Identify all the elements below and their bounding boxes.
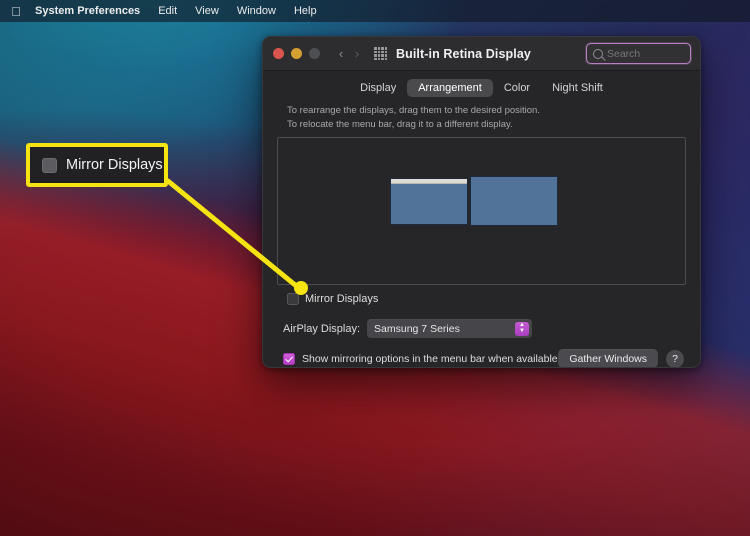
search-field[interactable]: Search (586, 43, 691, 64)
zoom-button-icon[interactable] (309, 48, 320, 59)
traffic-lights (273, 48, 320, 59)
callout-mirror-displays-label: Mirror Displays (66, 157, 163, 173)
bottom-options-row: Show mirroring options in the menu bar w… (277, 349, 686, 367)
menu-bar-strip[interactable] (391, 179, 467, 184)
tab-color[interactable]: Color (493, 79, 541, 97)
hint-line-1: To rearrange the displays, drag them to … (287, 105, 540, 116)
chevron-up-down-icon[interactable]: ▲ ▼ (515, 321, 530, 336)
show-all-grid-icon[interactable] (374, 47, 387, 60)
tab-bar: Display Arrangement Color Night Shift (263, 71, 700, 103)
tab-night-shift[interactable]: Night Shift (541, 79, 614, 97)
mirror-displays-label: Mirror Displays (305, 293, 379, 305)
tab-display[interactable]: Display (349, 79, 407, 97)
window-title: Built-in Retina Display (396, 46, 531, 61)
minimize-button-icon[interactable] (291, 48, 302, 59)
primary-display-thumbnail[interactable] (390, 178, 468, 225)
show-mirroring-options-checkbox[interactable] (283, 352, 295, 365)
window-body: To rearrange the displays, drag them to … (263, 103, 700, 367)
secondary-display-thumbnail[interactable] (470, 176, 558, 226)
hint-line-2: To relocate the menu bar, drag it to a d… (287, 119, 513, 130)
menu-item-window[interactable]: Window (228, 0, 285, 22)
close-button-icon[interactable] (273, 48, 284, 59)
gather-windows-button[interactable]: Gather Windows (558, 349, 658, 367)
callout-mirror-displays-checkbox-icon (42, 157, 57, 173)
menu-item-view[interactable]: View (186, 0, 228, 22)
menu-item-edit[interactable]: Edit (149, 0, 186, 22)
screen:  System Preferences Edit View Window He… (0, 0, 750, 536)
back-chevron-icon[interactable]: ‹ (333, 44, 349, 64)
display-arrangement-canvas[interactable] (277, 137, 686, 285)
airplay-display-value: Samsung 7 Series (374, 322, 460, 335)
mirror-displays-checkbox[interactable] (287, 293, 299, 305)
menu-item-system-preferences[interactable]: System Preferences (33, 0, 149, 22)
system-preferences-window: ‹ › Built-in Retina Display Search Displ… (262, 36, 701, 368)
apple-logo-icon[interactable]:  (9, 3, 23, 19)
annotation-callout-box: Mirror Displays (26, 143, 168, 187)
airplay-display-select[interactable]: Samsung 7 Series ▲ ▼ (367, 319, 533, 338)
airplay-display-row: AirPlay Display: Samsung 7 Series ▲ ▼ (277, 319, 686, 338)
help-button[interactable]: ? (666, 349, 684, 367)
tab-arrangement[interactable]: Arrangement (407, 79, 493, 97)
airplay-display-label: AirPlay Display: (283, 322, 361, 335)
forward-chevron-icon[interactable]: › (349, 44, 365, 64)
window-titlebar[interactable]: ‹ › Built-in Retina Display Search (263, 37, 700, 71)
search-placeholder: Search (607, 47, 641, 60)
menu-bar:  System Preferences Edit View Window He… (0, 0, 750, 22)
show-mirroring-options-label: Show mirroring options in the menu bar w… (302, 352, 558, 365)
mirror-displays-row[interactable]: Mirror Displays (277, 293, 686, 305)
menu-item-help[interactable]: Help (285, 0, 326, 22)
search-icon (593, 48, 603, 59)
